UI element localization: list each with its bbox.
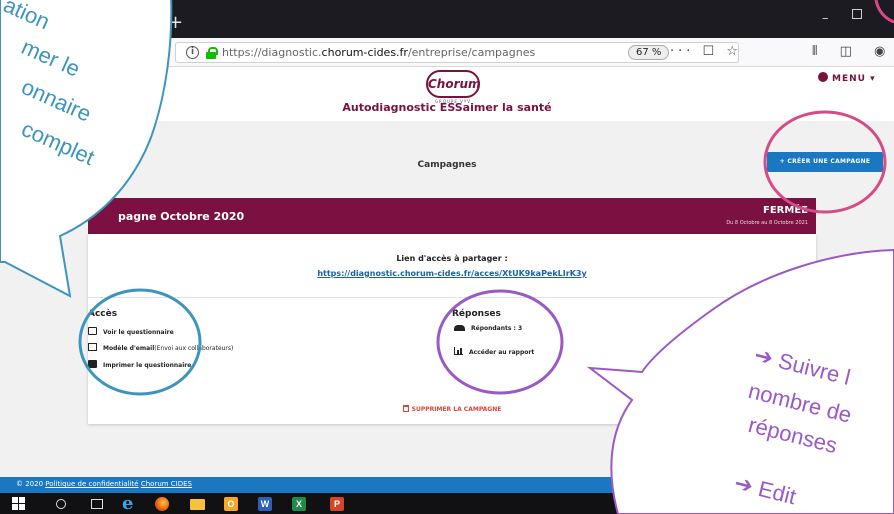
footer-text: © 2020 Politique de confidentialité Chor… xyxy=(16,480,193,488)
users-icon xyxy=(454,325,465,331)
firefox-icon[interactable] xyxy=(155,497,169,511)
campaign-dates: Du 8 Octobre au 8 Octobre 2021 xyxy=(726,220,808,226)
site-title: Autodiagnostic ESSaimer la santé xyxy=(342,101,552,114)
user-icon xyxy=(818,72,828,82)
respondents-count: Répondants : 3 xyxy=(454,324,522,336)
page-title: Campagnes xyxy=(417,160,477,170)
delete-campaign-button[interactable]: SUPPRIMER LA CAMPAGNE xyxy=(88,405,816,413)
campaign-name: pagne Octobre 2020 xyxy=(118,210,245,223)
trash-icon xyxy=(402,405,409,412)
word-icon[interactable]: W xyxy=(258,497,272,511)
library-sidebar-account-icons[interactable]: ⫴ ◫ ◉ xyxy=(812,44,894,59)
page-actions-icons[interactable]: ··· ☐ ☆ xyxy=(670,44,742,59)
navigation-toolbar: i https://diagnostic.chorum-cides.fr/ent… xyxy=(0,38,894,67)
url-text[interactable]: https://diagnostic.chorum-cides.fr/entre… xyxy=(222,46,535,59)
status-badge: FERMÉE xyxy=(763,205,808,216)
info-icon[interactable]: i xyxy=(186,46,199,59)
share-link-title: Lien d'accès à partager : xyxy=(396,254,508,263)
view-report-link[interactable]: Accéder au rapport xyxy=(454,347,534,359)
privacy-link[interactable]: Politique de confidentialité xyxy=(45,480,138,488)
minimize-icon[interactable]: – xyxy=(822,11,829,26)
excel-icon[interactable]: X xyxy=(292,497,306,511)
internet-explorer-icon[interactable]: e xyxy=(122,493,138,514)
address-bar[interactable]: i https://diagnostic.chorum-cides.fr/ent… xyxy=(175,42,739,63)
print-questionnaire-link[interactable]: Imprimer le questionnaire xyxy=(88,360,191,372)
chart-icon xyxy=(454,347,463,355)
campaign-header: pagne Octobre 2020 FERMÉE Du 8 Octobre a… xyxy=(88,198,816,234)
chorum-logo[interactable]: Chorum xyxy=(426,70,481,98)
email-template-link[interactable]: Modèle d'email(Envoi aux collaborateurs) xyxy=(88,343,233,355)
windows-start-icon[interactable] xyxy=(12,497,25,510)
view-questionnaire-link[interactable]: Voir le questionnaire xyxy=(88,327,174,339)
zoom-level-badge[interactable]: 67 % xyxy=(628,45,670,60)
task-view-icon[interactable] xyxy=(91,499,103,509)
divider xyxy=(88,297,816,298)
file-explorer-icon[interactable] xyxy=(190,499,205,510)
maximize-icon[interactable] xyxy=(852,9,862,19)
mail-icon xyxy=(88,343,97,351)
access-section-title: Accès xyxy=(88,309,118,319)
responses-section-title: Réponses xyxy=(452,309,501,319)
chevron-down-icon: ▾ xyxy=(870,74,876,84)
campaign-card: Lien d'accès à partager : https://diagno… xyxy=(88,234,816,424)
create-campaign-button[interactable]: + CRÉER UNE CAMPAGNE xyxy=(767,152,883,172)
menu-button[interactable]: MENU ▾ xyxy=(818,72,876,84)
powerpoint-icon[interactable]: P xyxy=(330,497,344,511)
search-icon[interactable] xyxy=(56,499,66,509)
outlook-icon[interactable]: O xyxy=(224,497,238,511)
chorum-cides-link[interactable]: Chorum CIDES xyxy=(141,480,192,488)
card-icon xyxy=(88,327,97,335)
browser-titlebar: + – xyxy=(0,0,894,38)
share-link[interactable]: https://diagnostic.chorum-cides.fr/acces… xyxy=(88,269,816,278)
lock-icon xyxy=(206,47,218,59)
site-header: Chorum GROUPE VYV MENU ▾ Autodiagnostic … xyxy=(0,67,894,121)
print-icon xyxy=(88,360,97,368)
new-tab-button[interactable]: + xyxy=(168,14,183,32)
